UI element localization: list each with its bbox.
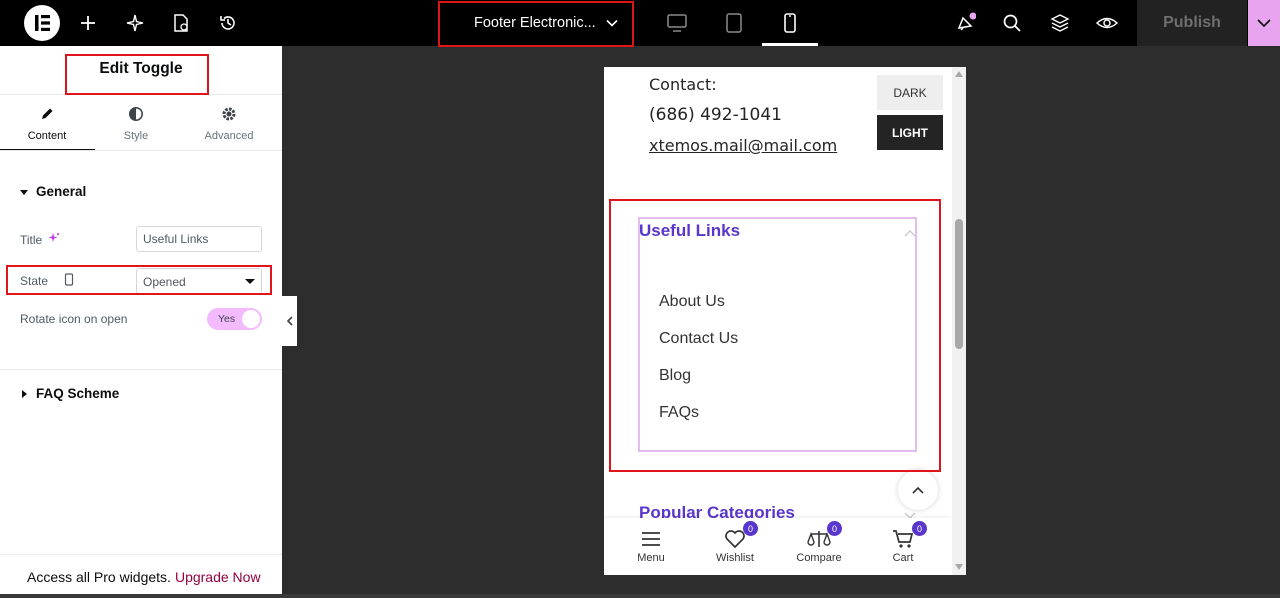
toolbar-wishlist-label: Wishlist bbox=[716, 552, 754, 564]
preview-eye-icon[interactable] bbox=[1092, 8, 1122, 38]
pro-promo-bar: Access all Pro widgets. Upgrade Now bbox=[0, 554, 282, 598]
promo-text: Access all Pro widgets. bbox=[27, 568, 171, 585]
collapse-panel-button[interactable] bbox=[282, 296, 297, 346]
caret-down-icon bbox=[20, 184, 28, 199]
dark-mode-button[interactable]: DARK bbox=[877, 75, 943, 110]
structure-layers-icon[interactable] bbox=[1045, 8, 1075, 38]
chevron-up-icon bbox=[912, 486, 924, 494]
cart-icon: 0 bbox=[868, 521, 938, 552]
toolbar-menu-label: Menu bbox=[637, 552, 665, 564]
rotate-icon-switch[interactable]: Yes bbox=[207, 308, 262, 330]
history-icon[interactable] bbox=[213, 8, 243, 38]
desktop-view-icon[interactable] bbox=[662, 9, 692, 37]
gear-icon bbox=[182, 106, 276, 124]
toolbar-menu[interactable]: Menu bbox=[616, 526, 686, 564]
scroll-to-top-button[interactable] bbox=[898, 470, 938, 510]
ai-sparkle-icon[interactable] bbox=[120, 8, 150, 38]
tab-advanced[interactable]: Advanced bbox=[182, 106, 276, 142]
scroll-up-arrow-icon[interactable] bbox=[955, 71, 963, 77]
title-input[interactable] bbox=[136, 226, 262, 252]
mobile-bottom-toolbar: Menu 0 Wishlist 0 Compare 0 Cart bbox=[604, 518, 952, 575]
section-faq-label: FAQ Scheme bbox=[36, 386, 120, 401]
wishlist-count-badge: 0 bbox=[743, 521, 758, 536]
light-mode-button[interactable]: LIGHT bbox=[877, 115, 943, 150]
publish-button[interactable]: Publish bbox=[1137, 0, 1247, 46]
chevron-left-icon bbox=[286, 316, 293, 326]
heart-icon: 0 bbox=[700, 521, 770, 552]
page-settings-icon[interactable] bbox=[166, 8, 196, 38]
contrast-icon bbox=[89, 106, 183, 124]
highlight-state-control bbox=[6, 265, 272, 295]
toolbar-compare-label: Compare bbox=[796, 552, 842, 564]
active-device-indicator bbox=[762, 43, 818, 46]
notifications-icon[interactable] bbox=[950, 8, 980, 38]
mobile-view-icon[interactable] bbox=[775, 9, 805, 37]
contact-label: Contact: bbox=[649, 75, 717, 94]
cart-count-badge: 0 bbox=[912, 521, 927, 536]
switch-knob bbox=[242, 310, 260, 328]
tab-style[interactable]: Style bbox=[89, 106, 183, 142]
title-control-label: Title bbox=[20, 232, 60, 247]
title-label: Title bbox=[20, 232, 43, 247]
divider bbox=[0, 369, 282, 370]
switch-label: Yes bbox=[218, 313, 236, 325]
upgrade-now-link[interactable]: Upgrade Now bbox=[175, 569, 261, 585]
highlight-document-title bbox=[438, 1, 634, 47]
add-element-icon[interactable] bbox=[73, 8, 103, 38]
toolbar-cart-label: Cart bbox=[892, 552, 914, 564]
tab-style-label: Style bbox=[123, 130, 149, 142]
tab-content[interactable]: Content bbox=[0, 106, 94, 142]
publish-options-chevron-icon[interactable] bbox=[1248, 0, 1280, 46]
contact-phone[interactable]: (686) 492-1041 bbox=[649, 105, 782, 125]
section-general-label: General bbox=[36, 184, 87, 199]
scroll-down-arrow-icon[interactable] bbox=[955, 564, 963, 570]
contact-email[interactable]: xtemos.mail@mail.com bbox=[649, 136, 837, 155]
tab-advanced-label: Advanced bbox=[204, 130, 254, 142]
scrollbar-thumb[interactable] bbox=[955, 219, 963, 349]
section-faq-scheme[interactable]: FAQ Scheme bbox=[20, 386, 119, 401]
elementor-logo-icon[interactable] bbox=[24, 5, 60, 41]
tablet-view-icon[interactable] bbox=[719, 9, 749, 37]
compare-scales-icon: 0 bbox=[784, 521, 854, 552]
highlight-toggle-widget bbox=[609, 199, 941, 472]
editor-panel: Edit Toggle Content Style Advanced Gener… bbox=[0, 46, 282, 598]
search-icon[interactable] bbox=[997, 8, 1027, 38]
toolbar-compare[interactable]: 0 Compare bbox=[784, 521, 854, 564]
toolbar-wishlist[interactable]: 0 Wishlist bbox=[700, 521, 770, 564]
compare-count-badge: 0 bbox=[827, 521, 842, 536]
section-general[interactable]: General bbox=[20, 184, 86, 199]
hamburger-menu-icon bbox=[616, 526, 686, 552]
preview-scrollbar[interactable] bbox=[952, 67, 966, 575]
toolbar-cart[interactable]: 0 Cart bbox=[868, 521, 938, 564]
rotate-icon-label: Rotate icon on open bbox=[20, 312, 128, 326]
ai-sparkle-icon[interactable] bbox=[48, 232, 60, 247]
divider bbox=[0, 150, 282, 151]
highlight-panel-title bbox=[65, 54, 209, 95]
pencil-icon bbox=[0, 106, 94, 124]
caret-right-icon bbox=[20, 386, 28, 401]
tab-content-label: Content bbox=[27, 130, 67, 142]
status-strip bbox=[0, 594, 1280, 598]
top-bar: Footer Electronic... Publish bbox=[0, 0, 1280, 46]
